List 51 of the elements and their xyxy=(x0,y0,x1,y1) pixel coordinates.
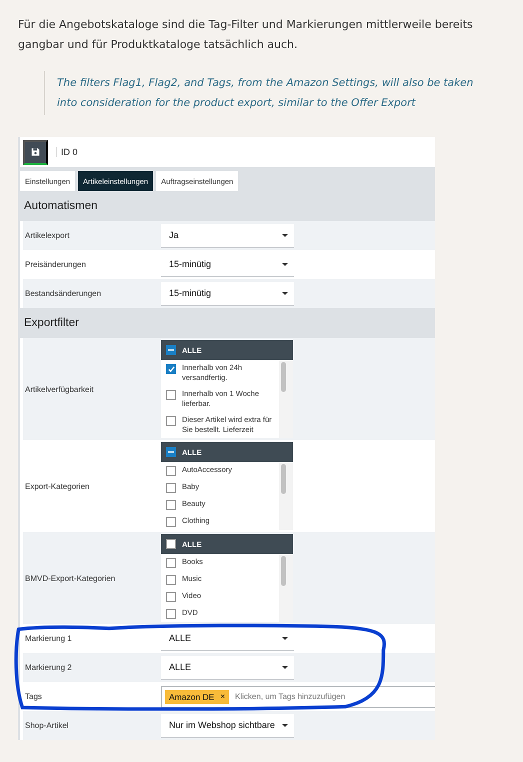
checkbox[interactable] xyxy=(166,500,176,510)
field-label: BMVD-Export-Kategorien xyxy=(25,574,116,582)
checkbox[interactable] xyxy=(166,416,176,426)
checkbox[interactable] xyxy=(166,364,176,374)
field-label: Bestandsänderungen xyxy=(25,289,102,298)
field-label: Artikelexport xyxy=(25,231,70,240)
dropdown[interactable]: ALLE xyxy=(161,656,294,680)
tag-chip: Amazon DE × xyxy=(165,690,230,704)
paragraph: Für die Angebotskataloge sind die Tag-Filter und Markierungen mittlerweile bereits gangbar und für Produktkataloge tatsächlich auch. xyxy=(17,17,474,53)
dropdown[interactable]: Nur im Webshop sichtbare xyxy=(161,714,294,738)
field-label: Markierung 2 xyxy=(25,663,73,672)
remove-tag-button[interactable]: × xyxy=(220,692,226,701)
caret-icon xyxy=(282,724,288,726)
checkbox[interactable] xyxy=(166,575,176,585)
caret-icon xyxy=(282,666,288,668)
minus-icon xyxy=(168,451,174,453)
tags-field[interactable]: Amazon DE × Klicken, um Tags hinzuzufügen xyxy=(161,686,435,708)
checkbox[interactable] xyxy=(166,609,176,619)
dropdown[interactable]: 15-minütig xyxy=(161,282,294,306)
scrollbar[interactable] xyxy=(279,554,293,622)
blockquote: The filters Flag1, Flag2, and Tags, from the Amazon Settings, will also be taken into consideration for the product export, similar to the Offer Export xyxy=(44,71,523,115)
field-label: Export-Kategorien xyxy=(25,482,90,490)
dropdown[interactable]: Ja xyxy=(161,224,294,248)
checkbox[interactable] xyxy=(166,345,176,355)
save-icon xyxy=(31,146,40,158)
caret-icon xyxy=(282,292,288,294)
checkbox[interactable] xyxy=(166,447,176,457)
field-label: Preisänderungen xyxy=(25,260,87,269)
field-label: Markierung 1 xyxy=(25,634,73,643)
checkbox[interactable] xyxy=(166,517,176,527)
minus-icon xyxy=(168,349,174,351)
caret-icon xyxy=(282,636,288,640)
field-label: Shop-Artikel xyxy=(25,721,70,730)
caret-icon xyxy=(282,262,288,266)
field-label: Artikelverfügbarkeit xyxy=(25,384,94,394)
checkbox[interactable] xyxy=(166,483,176,493)
scrollbar[interactable] xyxy=(279,462,293,530)
checkbox[interactable] xyxy=(166,390,176,400)
checkbox[interactable] xyxy=(166,558,176,568)
checkbox[interactable] xyxy=(166,592,176,602)
checkmark-icon xyxy=(168,366,174,372)
section-title: Exportfilter xyxy=(23,316,80,331)
save-button[interactable] xyxy=(23,140,48,164)
tag-entry-input[interactable]: Klicken, um Tags hinzuzufügen xyxy=(233,691,356,702)
checkbox[interactable] xyxy=(166,466,176,476)
caret-icon xyxy=(282,234,288,236)
section-title: Automatismen xyxy=(23,199,99,214)
field-label: Tags xyxy=(25,692,43,701)
scrollbar[interactable] xyxy=(279,360,293,438)
record-id: ID 0 xyxy=(56,147,78,157)
checkbox[interactable] xyxy=(166,539,176,549)
